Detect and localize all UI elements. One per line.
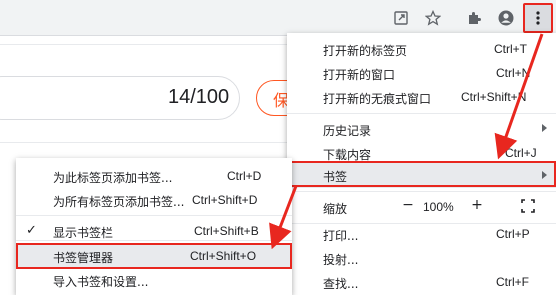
bookmark-manager-highlight-box (16, 243, 292, 269)
menu-item-shortcut: Ctrl+J (505, 146, 537, 160)
bookmarks-submenu: 为此标签页添加书签... Ctrl+D 为所有标签页添加书签... Ctrl+S… (16, 158, 292, 295)
menu-item-new-tab[interactable]: 打开新的标签页 Ctrl+T (287, 37, 556, 61)
menu-item-new-incognito[interactable]: 打开新的无痕式窗口 Ctrl+Shift+N (287, 85, 556, 109)
menu-item-shortcut: Ctrl+Shift+N (461, 90, 527, 104)
zoom-in-button[interactable]: + (467, 197, 487, 217)
menu-item-label: 打开新的窗口 (323, 68, 396, 82)
menu-item-shortcut: Ctrl+T (494, 42, 527, 56)
submenu-item-bookmark-this-tab[interactable]: 为此标签页添加书签... Ctrl+D (16, 164, 292, 188)
star-icon[interactable] (421, 6, 445, 30)
submenu-divider (16, 215, 292, 216)
more-menu-icon[interactable] (526, 6, 550, 30)
submenu-item-label: 显示书签栏 (53, 226, 114, 240)
menu-divider (287, 191, 556, 192)
extensions-icon[interactable] (462, 6, 486, 30)
menu-item-new-window[interactable]: 打开新的窗口 Ctrl+N (287, 61, 556, 85)
menu-item-label: 查找... (323, 277, 359, 291)
submenu-item-import-bookmarks[interactable]: 导入书签和设置... (16, 268, 292, 292)
page-divider-top (0, 44, 290, 45)
menu-item-label: 缩放 (323, 202, 348, 216)
menu-item-cast[interactable]: 投射... (287, 246, 556, 270)
menu-item-shortcut: Ctrl+F (496, 275, 529, 289)
menu-item-label: 历史记录 (323, 124, 372, 138)
share-icon[interactable] (389, 6, 413, 30)
submenu-item-shortcut: Ctrl+D (227, 169, 262, 183)
menu-item-label: 打印... (323, 229, 359, 243)
zoom-out-button[interactable]: − (398, 197, 418, 217)
menu-item-find[interactable]: 查找... Ctrl+F (287, 270, 556, 294)
submenu-item-label: 为此标签页添加书签... (53, 171, 173, 185)
menu-item-zoom: 缩放 − 100% + (287, 194, 556, 220)
submenu-item-label: 导入书签和设置... (53, 275, 149, 289)
menu-divider (287, 113, 556, 114)
page-divider (0, 142, 290, 143)
menu-item-history[interactable]: 历史记录 (287, 117, 556, 141)
browser-toolbar (0, 0, 556, 36)
submenu-item-bookmark-all-tabs[interactable]: 为所有标签页添加书签... Ctrl+Shift+D (16, 188, 292, 212)
menu-item-shortcut: Ctrl+P (496, 227, 530, 241)
profile-icon[interactable] (494, 6, 518, 30)
menu-item-label: 投射... (323, 253, 359, 267)
bookmarks-highlight-box (287, 161, 556, 187)
char-counter: 14/100 (168, 86, 230, 108)
submenu-item-label: 为所有标签页添加书签... (53, 195, 185, 209)
submenu-item-shortcut: Ctrl+Shift+D (192, 193, 258, 207)
submenu-divider (16, 240, 292, 241)
menu-item-print[interactable]: 打印... Ctrl+P (287, 222, 556, 246)
menu-item-label: 打开新的标签页 (323, 44, 408, 58)
zoom-level: 100% (423, 200, 454, 214)
check-icon: ✓ (26, 223, 37, 238)
submenu-item-shortcut: Ctrl+Shift+B (194, 224, 259, 238)
chevron-right-icon (542, 124, 547, 132)
menu-item-shortcut: Ctrl+N (496, 66, 531, 80)
fullscreen-icon[interactable] (521, 199, 535, 213)
menu-item-label: 打开新的无痕式窗口 (323, 92, 432, 106)
